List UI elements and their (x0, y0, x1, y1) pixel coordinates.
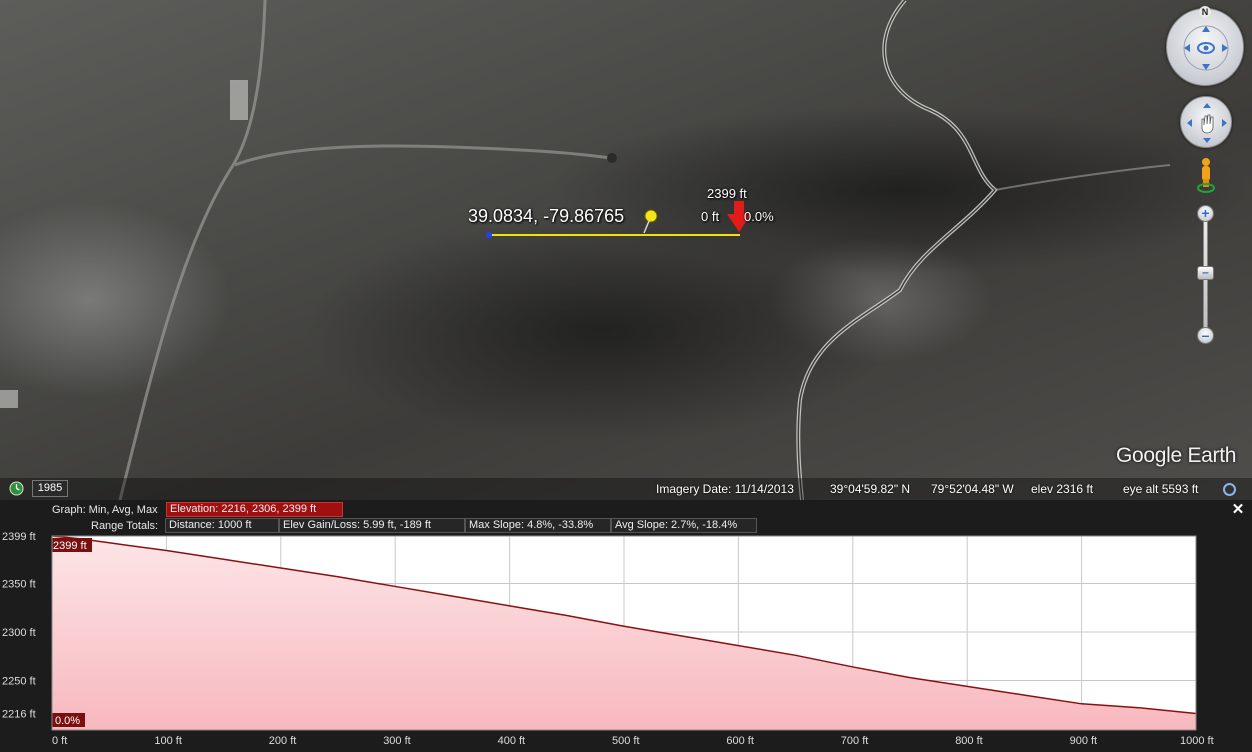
y-tick-label: 2250 ft (2, 676, 36, 688)
y-tick-label: 2216 ft (2, 709, 36, 721)
status-bar: Imagery Date: 11/14/2013 39°04'59.82" N … (0, 478, 1252, 500)
longitude-readout: 79°52'04.48" W (931, 482, 1014, 496)
google-earth-logo: Google Earth (1116, 444, 1237, 467)
close-icon[interactable]: ✕ (1231, 502, 1245, 517)
point-elevation-label: 2399 ft (707, 186, 747, 201)
y-tick-label: 2350 ft (2, 579, 36, 591)
imagery-date: Imagery Date: 11/14/2013 (656, 482, 794, 496)
x-tick-label: 800 ft (955, 735, 983, 747)
x-tick-label: 700 ft (841, 735, 869, 747)
graph-mode-label: Graph: Min, Avg, Max (52, 504, 158, 516)
zoom-in-icon[interactable]: + (1197, 205, 1214, 222)
x-tick-label: 0 ft (52, 735, 67, 747)
range-totals-label: Range Totals: (91, 520, 159, 532)
distance-total: Distance: 1000 ft (165, 518, 279, 533)
y-tick-label: 2300 ft (2, 627, 36, 639)
cursor-elevation-tag: 2399 ft (53, 540, 87, 552)
map-view[interactable]: 39.0834, -79.86765 2399 ft 0 ft 0.0% N + (0, 0, 1252, 500)
zoom-out-icon[interactable]: – (1197, 327, 1214, 344)
avg-slope: Avg Slope: 2.7%, -18.4% (611, 518, 757, 533)
elevation-gain-loss: Elev Gain/Loss: 5.99 ft, -189 ft (279, 518, 465, 533)
latitude-readout: 39°04'59.82" N (830, 482, 911, 496)
cursor-slope-tag: 0.0% (55, 715, 80, 727)
x-tick-label: 900 ft (1070, 735, 1098, 747)
zoom-slider-handle[interactable]: – (1197, 266, 1214, 280)
elevation-readout: elev 2316 ft (1031, 482, 1094, 496)
x-tick-label: 400 ft (498, 735, 526, 747)
history-clock-icon[interactable] (9, 481, 24, 496)
x-tick-label: 100 ft (154, 735, 182, 747)
yellow-pushpin-icon[interactable] (643, 209, 658, 234)
elevation-stats: Elevation: 2216, 2306, 2399 ft (166, 502, 343, 517)
x-tick-label: 500 ft (612, 735, 640, 747)
historical-imagery-year[interactable]: 1985 (32, 480, 68, 497)
point-distance-label: 0 ft (701, 209, 720, 224)
map-imagery (0, 0, 1171, 500)
max-slope: Max Slope: 4.8%, -33.8% (465, 518, 611, 533)
pin-coordinate-label: 39.0834, -79.86765 (468, 206, 625, 226)
y-tick-label: 2399 ft (2, 532, 36, 543)
x-tick-label: 600 ft (726, 735, 754, 747)
look-joystick-icon[interactable] (1166, 8, 1244, 86)
elevation-profile-chart[interactable]: 0 ft 100 ft 200 ft 300 ft 400 ft 500 ft 600 ft… (0, 532, 1252, 752)
x-tick-label: 300 ft (383, 735, 411, 747)
pegman-icon[interactable] (1197, 157, 1215, 193)
point-slope-label: 0.0% (744, 209, 774, 224)
refresh-icon[interactable] (1222, 482, 1237, 497)
eye-altitude-readout: eye alt 5593 ft (1123, 482, 1199, 496)
move-hand-icon[interactable] (1180, 96, 1232, 148)
north-indicator[interactable]: N (1199, 6, 1211, 18)
x-tick-label: 1000 ft (1180, 735, 1214, 747)
x-tick-label: 200 ft (269, 735, 297, 747)
